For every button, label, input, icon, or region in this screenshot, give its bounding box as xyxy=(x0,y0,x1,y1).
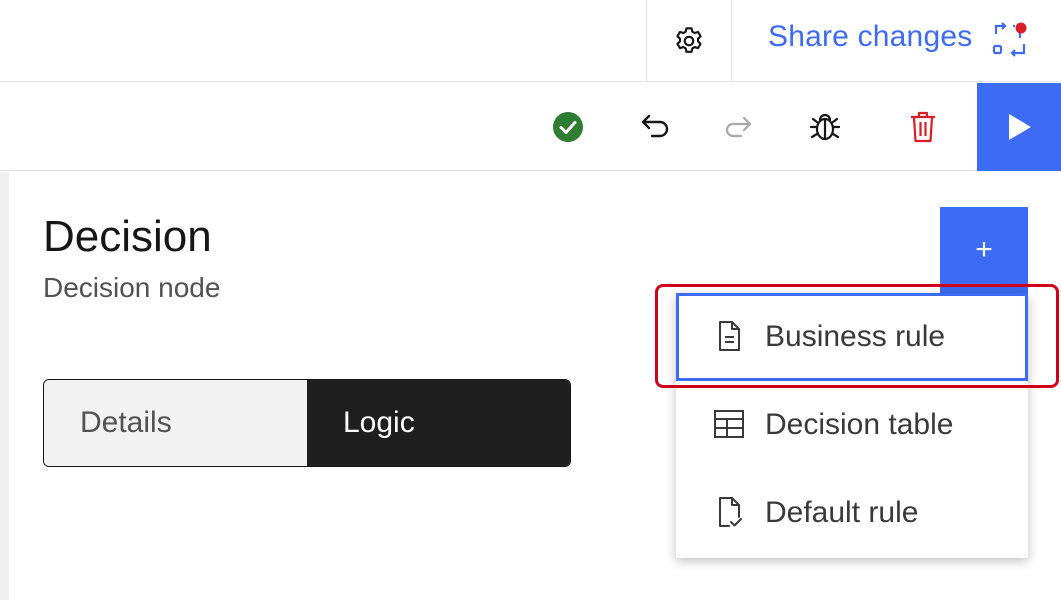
add-menu: Business rule Decision table Default rul… xyxy=(676,293,1028,558)
share-changes-button[interactable]: Share changes xyxy=(733,0,1061,82)
tab-logic[interactable]: Logic xyxy=(307,380,570,466)
node-title: Decision xyxy=(43,212,212,261)
bug-icon xyxy=(809,113,841,141)
tab-details-label: Details xyxy=(80,406,172,439)
checkmark-filled-icon xyxy=(553,112,583,142)
menu-item-business-rule[interactable]: Business rule xyxy=(676,293,1028,381)
tab-details[interactable]: Details xyxy=(44,380,307,466)
undo-button[interactable] xyxy=(624,83,684,171)
editor-toolbar xyxy=(0,83,1061,171)
menu-item-label: Decision table xyxy=(765,408,954,441)
add-button[interactable]: + xyxy=(940,207,1028,293)
trash-icon xyxy=(911,111,935,143)
undo-icon xyxy=(641,114,669,138)
debug-button[interactable] xyxy=(795,83,855,171)
gear-icon xyxy=(676,27,702,53)
content-switcher: Details Logic xyxy=(43,379,571,467)
left-rail xyxy=(0,172,9,600)
share-changes-label: Share changes xyxy=(768,20,973,53)
notification-dot xyxy=(1015,22,1027,34)
menu-item-label: Business rule xyxy=(765,320,946,353)
add-icon: + xyxy=(975,233,993,266)
validation-status[interactable] xyxy=(538,83,598,171)
menu-item-label: Default rule xyxy=(765,496,919,529)
top-header: Share changes xyxy=(0,0,1061,82)
redo-icon xyxy=(725,116,752,138)
document-check-icon xyxy=(719,497,742,527)
table-icon xyxy=(714,410,744,438)
document-icon xyxy=(719,321,740,351)
share-sync-icon xyxy=(992,22,1027,57)
delete-button[interactable] xyxy=(893,83,953,171)
settings-button[interactable] xyxy=(646,0,732,82)
tab-logic-label: Logic xyxy=(343,406,415,439)
run-button[interactable] xyxy=(977,83,1061,171)
play-icon xyxy=(1009,114,1031,140)
redo-button[interactable] xyxy=(709,83,769,171)
menu-item-default-rule[interactable]: Default rule xyxy=(676,469,1028,557)
menu-item-decision-table[interactable]: Decision table xyxy=(676,381,1028,469)
node-subtitle: Decision node xyxy=(43,272,221,303)
